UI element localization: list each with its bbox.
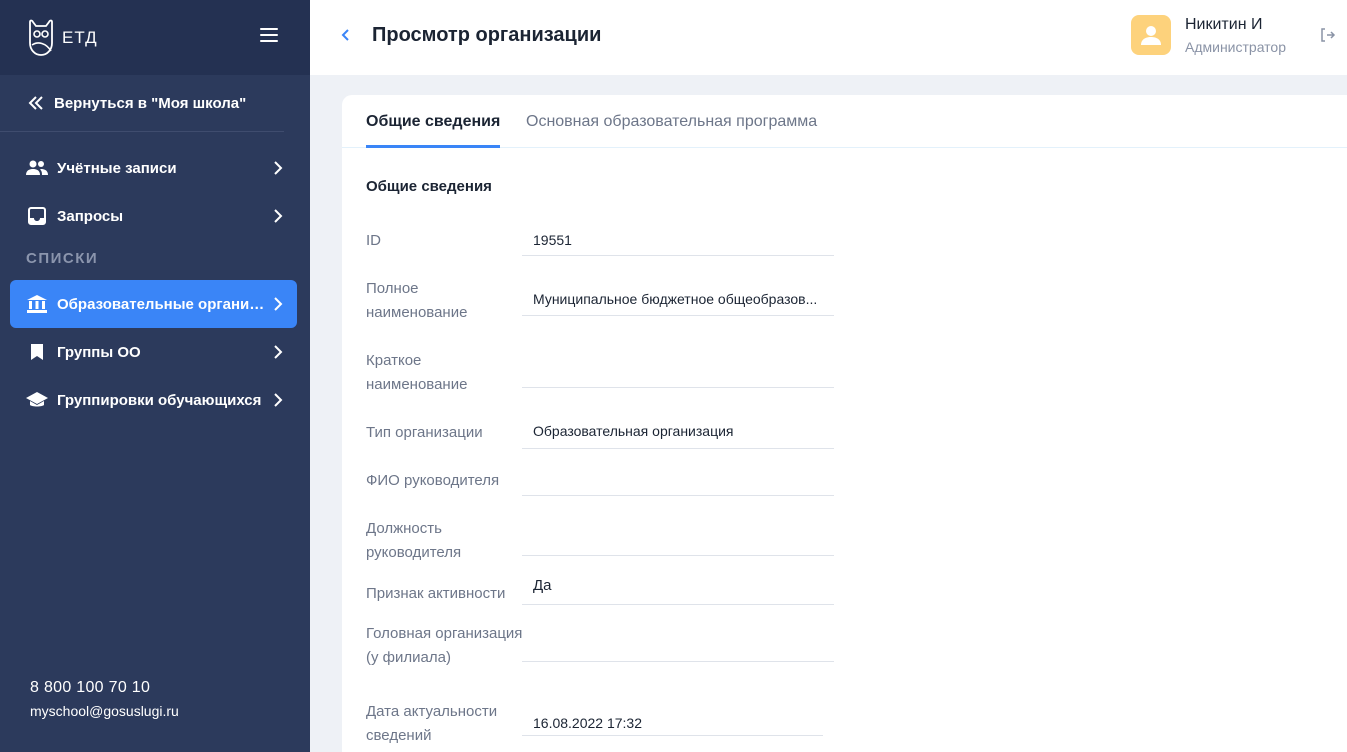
sidebar: ЕТД Вернуться в "Моя школа" Учётные запи… xyxy=(0,0,310,752)
field-label-full-name: Полное наименование xyxy=(366,280,468,321)
sidebar-item-label: Группы ОО xyxy=(57,343,141,361)
field-label-actuality-date: Дата актуальности сведений xyxy=(366,703,498,744)
back-arrow-icon[interactable] xyxy=(340,26,352,44)
field-label-org-type: Тип организации xyxy=(366,424,483,441)
section-heading: Общие сведения xyxy=(366,178,492,195)
sidebar-item-accounts[interactable]: Учётные записи xyxy=(0,144,297,192)
avatar[interactable] xyxy=(1131,15,1171,55)
chevron-right-icon xyxy=(274,161,283,175)
graduation-cap-icon xyxy=(26,390,48,410)
support-email[interactable]: myschool@gosuslugi.ru xyxy=(30,703,179,719)
institution-icon xyxy=(26,294,48,314)
users-icon xyxy=(26,158,48,178)
chevron-right-icon xyxy=(274,297,283,311)
tab-main-program[interactable]: Основная образовательная программа xyxy=(526,113,817,131)
field-value-id: 19551 xyxy=(522,229,834,256)
field-value-head-name xyxy=(522,465,834,496)
field-value-org-type: Образовательная организация xyxy=(522,419,834,449)
sidebar-item-label: Группировки обучающихся xyxy=(57,391,262,409)
organization-card: Общие сведения Основная образовательная … xyxy=(342,95,1347,752)
field-value-short-name xyxy=(522,357,834,388)
back-to-my-school-link[interactable]: Вернуться в "Моя школа" xyxy=(0,75,284,132)
field-value-head-position xyxy=(522,525,834,556)
sidebar-item-label: Учётные записи xyxy=(57,159,177,177)
sidebar-footer: 8 800 100 70 10 myschool@gosuslugi.ru xyxy=(30,679,179,719)
logo-text: ЕТД xyxy=(62,27,98,47)
tab-general-info[interactable]: Общие сведения xyxy=(366,113,501,148)
user-role: Администратор xyxy=(1185,39,1287,55)
field-label-active-flag: Признак активности xyxy=(366,585,506,602)
user-name: Никитин И xyxy=(1185,16,1263,33)
double-chevron-left-icon xyxy=(28,96,43,110)
sidebar-item-label: Запросы xyxy=(57,207,124,225)
field-value-parent-org xyxy=(522,631,834,662)
sidebar-item-requests[interactable]: Запросы xyxy=(0,192,297,240)
sidebar-item-student-groupings[interactable]: Группировки обучающихся xyxy=(0,376,297,424)
inbox-icon xyxy=(26,206,48,226)
sidebar-section-title: СПИСКИ xyxy=(26,249,99,267)
bookmark-icon xyxy=(26,342,48,362)
sidebar-item-organizations[interactable]: Образовательные организа... xyxy=(10,280,297,328)
field-label-head-position: Должность руководителя xyxy=(366,520,462,561)
field-label-short-name: Краткое наименование xyxy=(366,352,468,393)
field-label-parent-org: Головная организация (у филиала) xyxy=(366,625,523,666)
chevron-right-icon xyxy=(274,209,283,223)
support-phone: 8 800 100 70 10 xyxy=(30,679,151,696)
field-value-full-name: Муниципальное бюджетное общеобразов... xyxy=(522,287,834,316)
page-header: Просмотр организации Никитин И Администр… xyxy=(310,0,1347,75)
sidebar-header: ЕТД xyxy=(0,0,310,75)
field-value-actuality-date: 16.08.2022 17:32 xyxy=(522,712,823,736)
owl-logo-icon xyxy=(29,19,53,56)
user-icon xyxy=(1141,26,1161,45)
sidebar-item-org-groups[interactable]: Группы ОО xyxy=(0,328,297,376)
chevron-right-icon xyxy=(274,345,283,359)
field-label-head-name: ФИО руководителя xyxy=(366,472,500,489)
field-value-active-flag: Да xyxy=(522,575,834,605)
field-label-id: ID xyxy=(366,232,381,249)
sidebar-item-label: Образовательные организа... xyxy=(57,295,265,313)
tab-bar: Общие сведения Основная образовательная … xyxy=(342,95,1347,148)
page-title: Просмотр организации xyxy=(372,24,602,46)
back-link-label: Вернуться в "Моя школа" xyxy=(54,94,247,112)
chevron-right-icon xyxy=(274,393,283,407)
logout-icon[interactable] xyxy=(1320,27,1336,43)
menu-toggle-icon[interactable] xyxy=(260,28,278,42)
